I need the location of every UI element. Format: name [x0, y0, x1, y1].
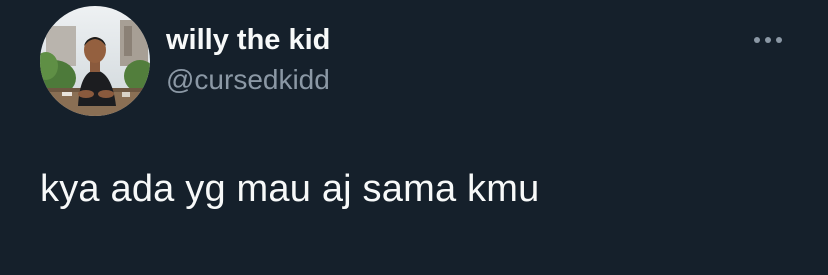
- tweet-text: kya ada yg mau aj sama kmu: [40, 168, 540, 210]
- more-options-button[interactable]: [748, 26, 788, 54]
- more-horizontal-icon: [754, 37, 782, 43]
- author-display-name[interactable]: willy the kid: [166, 24, 330, 57]
- avatar-photo: [40, 6, 150, 116]
- author-handle[interactable]: @cursedkidd: [166, 64, 330, 96]
- author-avatar[interactable]: [40, 6, 150, 116]
- tweet-card: willy the kid @cursedkidd kya ada yg mau…: [0, 0, 828, 275]
